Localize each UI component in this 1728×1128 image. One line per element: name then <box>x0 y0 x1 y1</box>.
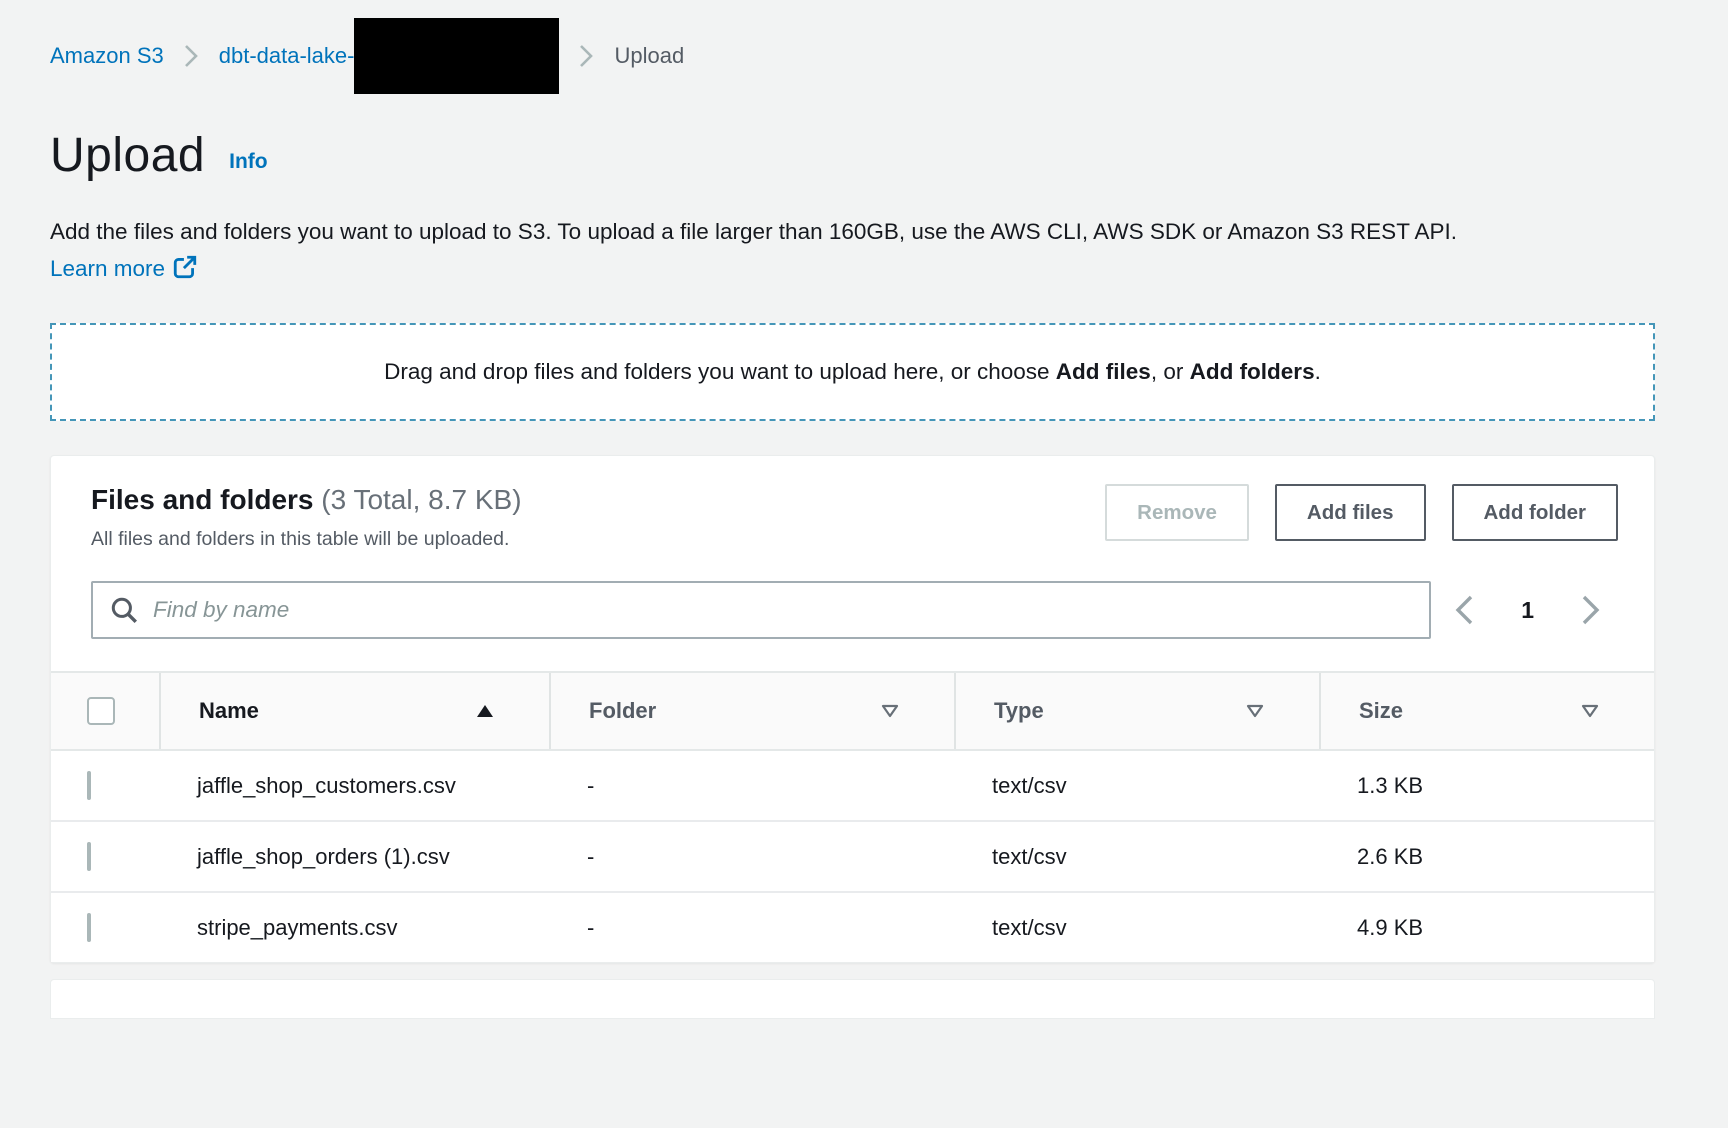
chevron-left-icon <box>1453 593 1475 627</box>
file-name: stripe_payments.csv <box>159 893 549 962</box>
sort-ascending-icon <box>476 704 494 718</box>
learn-more-label: Learn more <box>50 256 165 281</box>
column-header-type[interactable]: Type <box>954 673 1319 749</box>
next-page-button[interactable] <box>1580 593 1602 627</box>
breadcrumb-bucket-link[interactable]: dbt-data-lake- <box>219 43 355 69</box>
row-checkbox[interactable] <box>87 842 91 871</box>
next-panel-sliver <box>50 979 1655 1019</box>
breadcrumb-chevron-icon <box>184 43 199 69</box>
row-checkbox[interactable] <box>87 913 91 942</box>
table-row: jaffle_shop_customers.csv - text/csv 1.3… <box>51 751 1654 822</box>
filter-down-icon <box>1581 704 1599 718</box>
table-row: jaffle_shop_orders (1).csv - text/csv 2.… <box>51 822 1654 893</box>
file-name: jaffle_shop_orders (1).csv <box>159 822 549 891</box>
filter-down-icon <box>1246 704 1264 718</box>
column-label-folder: Folder <box>589 698 656 724</box>
table-header-row: Name Folder Type Size <box>51 671 1654 751</box>
page-description: Add the files and folders you want to up… <box>50 213 1518 287</box>
row-checkbox[interactable] <box>87 771 91 800</box>
file-type: text/csv <box>954 822 1319 891</box>
dropzone-text: Drag and drop files and folders you want… <box>384 359 1321 385</box>
upload-page: Amazon S3 dbt-data-lake- Upload Upload I… <box>0 0 1728 1019</box>
panel-subtitle: All files and folders in this table will… <box>91 528 522 551</box>
file-folder: - <box>549 822 954 891</box>
file-size: 4.9 KB <box>1319 893 1654 962</box>
page-title: Upload <box>50 128 205 183</box>
panel-counter: (3 Total, 8.7 KB) <box>321 484 521 515</box>
search-box <box>91 581 1431 639</box>
file-folder: - <box>549 893 954 962</box>
breadcrumb-current: Upload <box>614 43 684 69</box>
current-page-number[interactable]: 1 <box>1521 597 1534 624</box>
external-link-icon <box>172 254 198 280</box>
file-size: 2.6 KB <box>1319 822 1654 891</box>
info-link[interactable]: Info <box>229 150 267 174</box>
panel-title: Files and folders (3 Total, 8.7 KB) <box>91 484 522 516</box>
file-folder: - <box>549 751 954 820</box>
search-icon <box>109 595 139 625</box>
breadcrumb-amazon-s3-link[interactable]: Amazon S3 <box>50 43 164 69</box>
file-size: 1.3 KB <box>1319 751 1654 820</box>
column-label-type: Type <box>994 698 1044 724</box>
search-input[interactable] <box>153 597 1413 623</box>
filter-down-icon <box>881 704 899 718</box>
select-all-checkbox[interactable] <box>87 697 115 725</box>
add-files-button[interactable]: Add files <box>1275 484 1426 541</box>
column-header-size[interactable]: Size <box>1319 673 1654 749</box>
file-type: text/csv <box>954 751 1319 820</box>
previous-page-button[interactable] <box>1453 593 1475 627</box>
chevron-right-icon <box>1580 593 1602 627</box>
table-row: stripe_payments.csv - text/csv 4.9 KB <box>51 893 1654 962</box>
learn-more-link[interactable]: Learn more <box>50 256 198 281</box>
file-type: text/csv <box>954 893 1319 962</box>
breadcrumb: Amazon S3 dbt-data-lake- Upload <box>50 16 1728 96</box>
description-text: Add the files and folders you want to up… <box>50 219 1457 244</box>
drag-drop-zone[interactable]: Drag and drop files and folders you want… <box>50 323 1655 421</box>
column-label-size: Size <box>1359 698 1403 724</box>
column-header-folder[interactable]: Folder <box>549 673 954 749</box>
select-all-cell <box>51 673 159 749</box>
redaction-box <box>354 18 559 94</box>
file-name: jaffle_shop_customers.csv <box>159 751 549 820</box>
breadcrumb-chevron-icon <box>579 43 594 69</box>
pagination: 1 <box>1431 593 1618 627</box>
remove-button[interactable]: Remove <box>1105 484 1249 541</box>
add-folder-button[interactable]: Add folder <box>1452 484 1619 541</box>
column-header-name[interactable]: Name <box>159 673 549 749</box>
files-and-folders-panel: Files and folders (3 Total, 8.7 KB) All … <box>50 455 1655 963</box>
files-table: Name Folder Type Size jaffle_sh <box>51 671 1654 962</box>
column-label-name: Name <box>199 698 259 724</box>
